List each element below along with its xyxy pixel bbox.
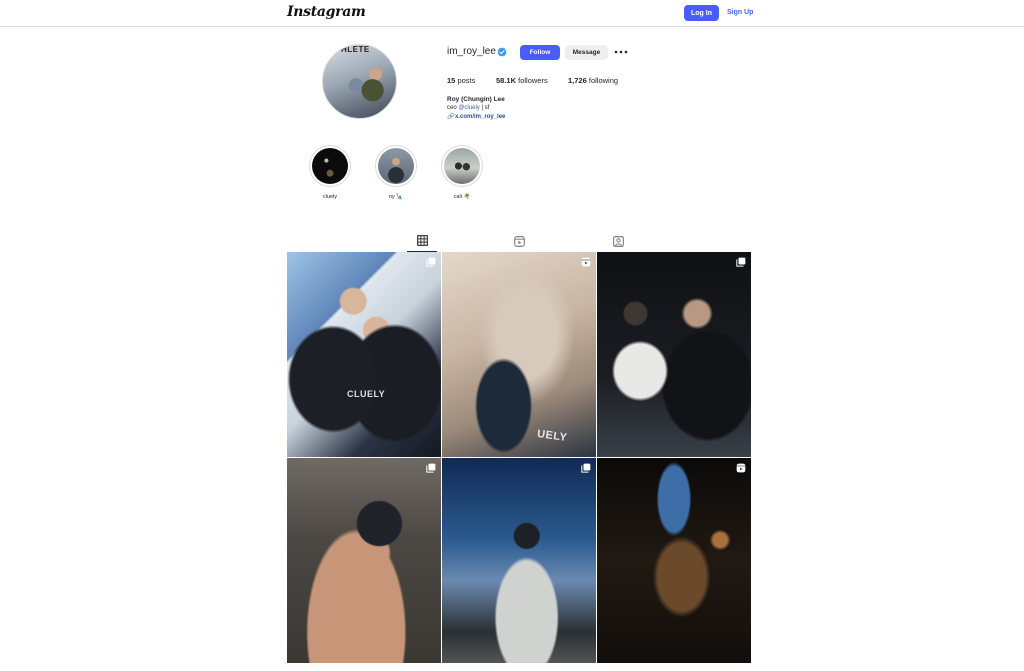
message-button[interactable]: Message xyxy=(565,45,608,60)
tab-posts[interactable] xyxy=(407,230,437,252)
profile-external-link[interactable]: 🔗x.com/im_roy_lee xyxy=(447,113,505,120)
highlight-ring xyxy=(375,145,417,187)
signup-link[interactable]: Sign Up xyxy=(727,9,753,16)
top-navigation-bar: Instagram Log In Sign Up xyxy=(0,0,1024,27)
link-icon: 🔗 xyxy=(447,114,455,120)
tab-reels[interactable] xyxy=(504,230,534,252)
followers-count: 58.1K xyxy=(496,76,517,85)
profile-link-text[interactable]: x.com/im_roy_lee xyxy=(455,114,505,120)
highlight-cover-image xyxy=(312,148,348,184)
posts-label: posts xyxy=(457,76,476,85)
followers-count-stat[interactable]: 58.1K followers xyxy=(496,76,548,85)
verified-badge-icon xyxy=(497,47,507,57)
highlight-label: cali 🌴 xyxy=(453,194,471,200)
story-highlight-cali[interactable]: cali 🌴 xyxy=(440,145,484,200)
profile-bio: ceo @cluely | sf xyxy=(447,105,489,111)
carousel-icon xyxy=(426,257,436,267)
highlight-ring xyxy=(441,145,483,187)
carousel-icon xyxy=(426,463,436,473)
login-button[interactable]: Log In xyxy=(684,5,719,21)
profile-full-name: Roy (Chungin) Lee xyxy=(447,96,505,103)
bio-mention-link[interactable]: @cluely xyxy=(458,105,479,111)
reels-icon xyxy=(736,463,746,473)
more-options-icon[interactable] xyxy=(614,47,628,57)
following-label: following xyxy=(588,76,619,85)
tagged-icon xyxy=(612,235,624,247)
profile-content-tabs xyxy=(287,230,752,252)
bio-prefix: ceo xyxy=(447,105,459,111)
instagram-logo[interactable]: Instagram xyxy=(287,4,366,20)
carousel-icon xyxy=(581,463,591,473)
story-highlight-ny[interactable]: ny 🗽 xyxy=(374,145,418,200)
post-thumbnail-4[interactable] xyxy=(287,458,441,663)
post-thumbnail-1[interactable]: CLUELY xyxy=(287,252,441,457)
followers-label: followers xyxy=(518,76,548,85)
carousel-icon xyxy=(736,257,746,267)
profile-avatar[interactable]: HLETE xyxy=(322,44,397,119)
story-highlight-cluely[interactable]: cluely xyxy=(308,145,352,200)
follow-button[interactable]: Follow xyxy=(520,45,560,60)
highlight-ring xyxy=(309,145,351,187)
following-count-stat[interactable]: 1,726 following xyxy=(568,76,618,85)
post-thumbnail-3[interactable] xyxy=(597,252,751,457)
highlight-label: ny 🗽 xyxy=(388,194,404,200)
avatar-sign-text: HLETE xyxy=(341,45,370,54)
posts-count-stat: 15 posts xyxy=(447,76,475,85)
highlight-cover-image xyxy=(444,148,480,184)
bio-suffix: | sf xyxy=(479,105,490,111)
highlight-cover-image xyxy=(378,148,414,184)
post-thumbnail-6[interactable] xyxy=(597,458,751,663)
following-count: 1,726 xyxy=(568,76,587,85)
post-thumbnail-2[interactable]: UELY xyxy=(442,252,596,457)
post-thumbnail-5[interactable] xyxy=(442,458,596,663)
highlight-label: cluely xyxy=(322,194,338,200)
profile-username: im_roy_lee xyxy=(447,46,496,57)
posts-count: 15 xyxy=(447,76,456,85)
grid-icon xyxy=(416,235,428,246)
reels-icon xyxy=(581,257,591,267)
posts-grid: CLUELY UELY xyxy=(287,252,752,671)
post-image-text: UELY xyxy=(536,427,569,445)
tab-tagged[interactable] xyxy=(603,230,633,252)
reels-icon xyxy=(513,235,525,247)
post-image-text: CLUELY xyxy=(347,389,386,399)
